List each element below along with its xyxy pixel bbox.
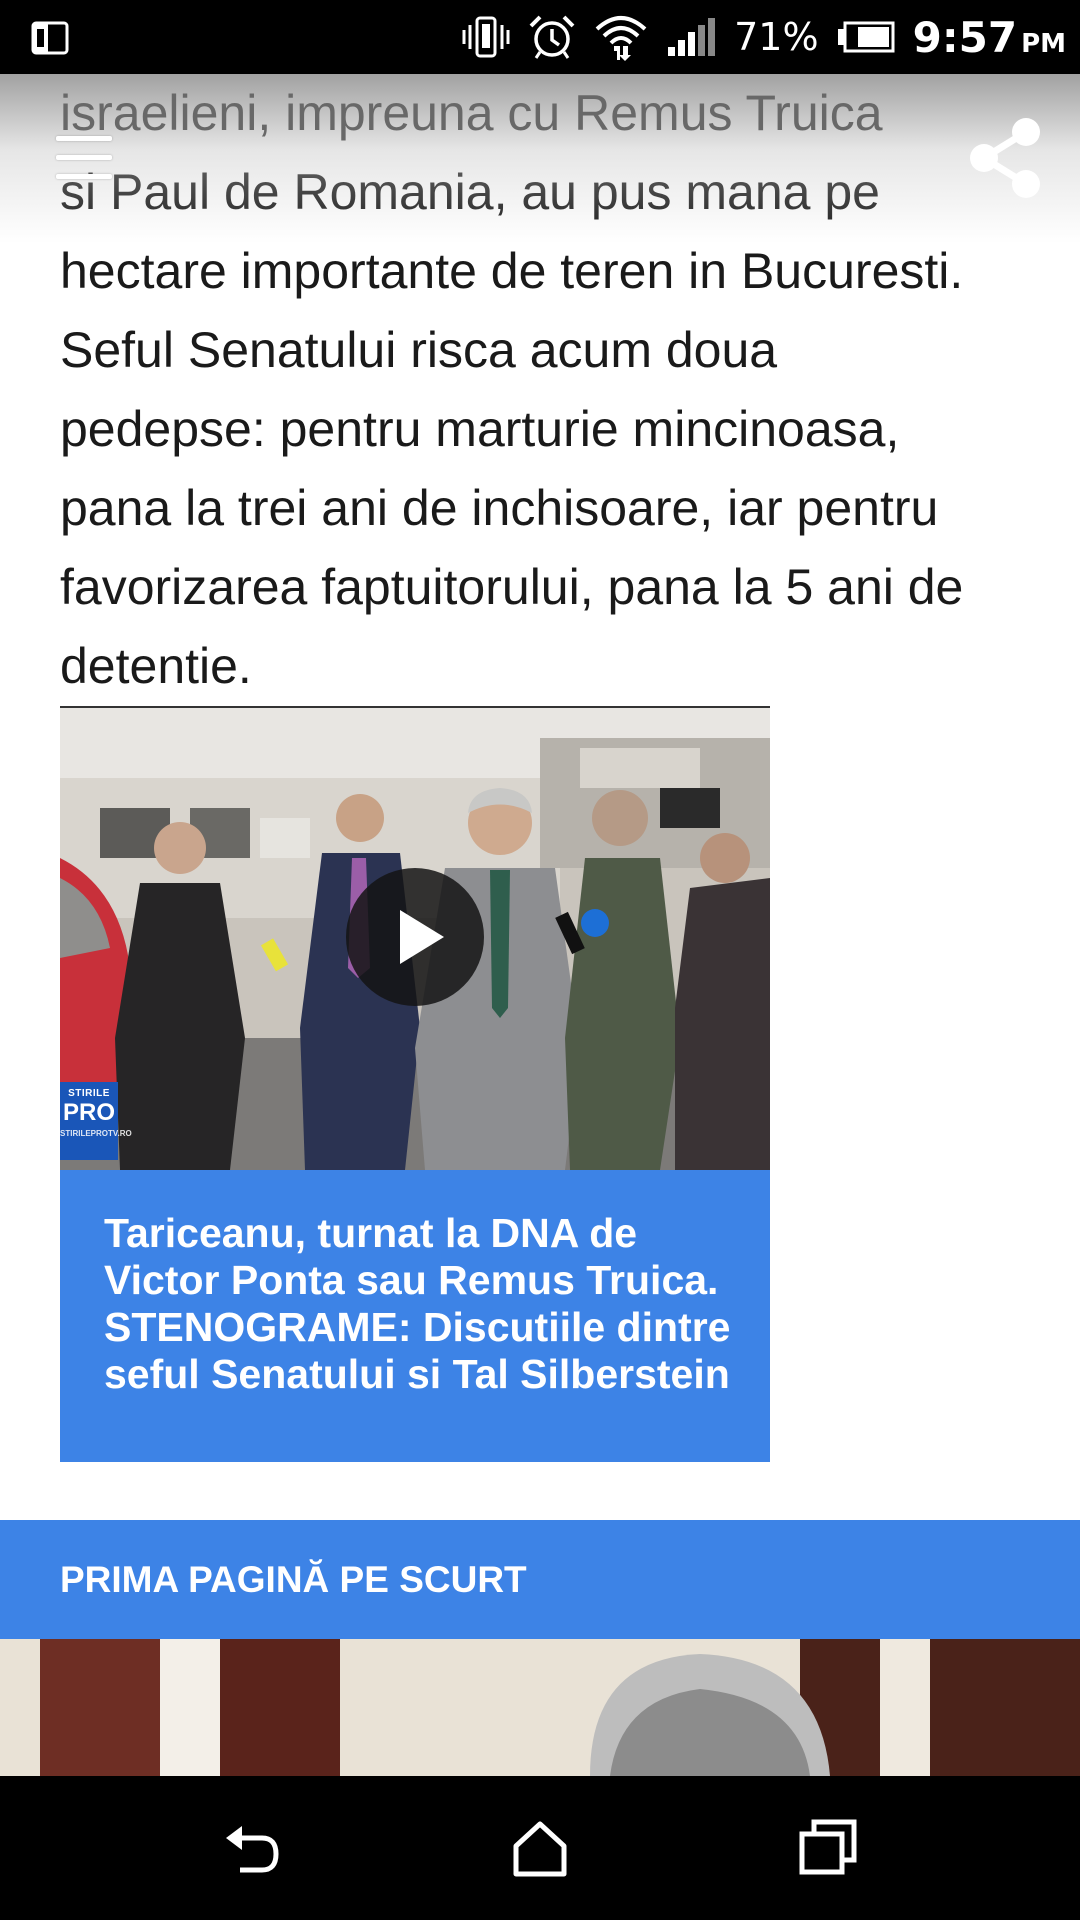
back-icon[interactable] [216, 1812, 288, 1884]
home-icon[interactable] [504, 1812, 576, 1884]
alarm-clock-icon [529, 15, 575, 59]
clock-ampm: PM [1021, 28, 1066, 59]
article-line: detentie. [60, 638, 252, 694]
screen-mirror-icon [31, 21, 69, 55]
next-article-photo [0, 1639, 1080, 1776]
vibrate-icon [462, 16, 510, 58]
caption-line: STENOGRAME: Discutiile dintre [104, 1304, 731, 1350]
play-button[interactable] [346, 868, 484, 1006]
battery-percent: 71% [734, 15, 819, 59]
section-header-prima-pagina[interactable]: PRIMA PAGINĂ PE SCURT [0, 1520, 1080, 1639]
recent-apps-icon[interactable] [792, 1812, 864, 1884]
article-line: favorizarea faptuitorului, pana la 5 ani… [60, 559, 964, 615]
caption-line: seful Senatului si Tal Silberstein [104, 1351, 730, 1397]
hamburger-menu-icon[interactable] [56, 136, 114, 180]
video-caption[interactable]: Tariceanu, turnat la DNA de Victor Ponta… [60, 1170, 770, 1462]
article-line: si Paul de Romania, au pus mana pe [60, 164, 880, 220]
channel-logo: STIRILE PRO STIRILEPROTV.RO [60, 1082, 132, 1160]
navigation-bar [0, 1776, 1080, 1920]
channel-logo-line1: STIRILE [68, 1088, 110, 1099]
wifi-icon [595, 16, 647, 61]
battery-icon [837, 21, 895, 53]
article-line: hectare importante de teren in Bucuresti… [60, 243, 964, 299]
caption-line: Tariceanu, turnat la DNA de [104, 1210, 638, 1256]
share-icon[interactable] [966, 116, 1046, 200]
article-line: Seful Senatului risca acum doua [60, 322, 778, 378]
status-bar: 71% 9:57 PM [0, 0, 1080, 74]
video-thumbnail[interactable]: STIRILE PRO STIRILEPROTV.RO [60, 706, 770, 1170]
clock-time: 9:57 [912, 12, 1018, 62]
screen: 71% 9:57 PM israelieni, impreuna cu Remus… [0, 0, 1080, 1920]
play-icon [400, 910, 444, 964]
article-line: pana la trei ani de inchisoare, iar pent… [60, 480, 939, 536]
caption-line: Victor Ponta sau Remus Truica. [104, 1257, 719, 1303]
next-article-image[interactable] [0, 1639, 1080, 1776]
channel-logo-line2: PRO [62, 1099, 115, 1126]
clock: 9:57 PM [913, 13, 1066, 62]
signal-icon [668, 18, 716, 56]
article-line: pedepse: pentru marturie mincinoasa, [60, 401, 900, 457]
article-line: israelieni, impreuna cu Remus Truica [60, 85, 883, 141]
video-card[interactable]: STIRILE PRO STIRILEPROTV.RO Tariceanu, t… [60, 706, 770, 1462]
article-body: israelieni, impreuna cu Remus Truica si … [60, 74, 1020, 706]
status-icons: 71% 9:57 PM [462, 0, 1066, 74]
channel-logo-line3: STIRILEPROTV.RO [60, 1129, 132, 1138]
